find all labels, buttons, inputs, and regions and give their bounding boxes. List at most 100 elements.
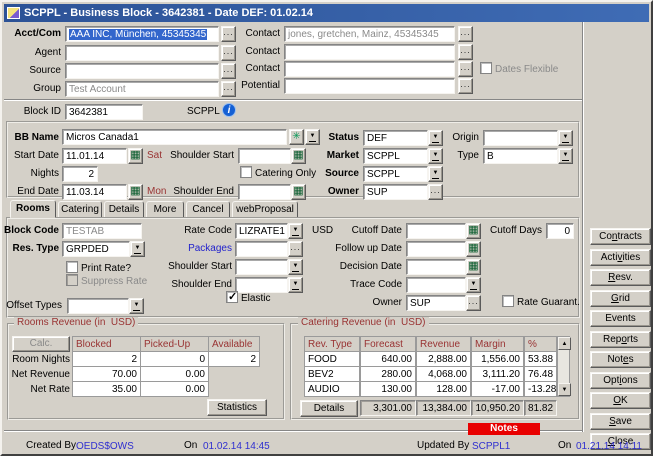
catering-row-type[interactable]: FOOD	[304, 351, 360, 367]
shoulder-end-field[interactable]	[238, 184, 291, 200]
rt-shoulder-end-field[interactable]	[235, 277, 288, 293]
cutoff-date-calendar-button[interactable]: ▦	[466, 223, 481, 239]
rate-code-field[interactable]: LIZRATE1	[235, 223, 288, 239]
bb-name-field[interactable]: Micros Canada1	[62, 129, 287, 145]
decision-date-calendar-button[interactable]: ▦	[466, 259, 481, 275]
end-date-calendar-button[interactable]: ▦	[128, 184, 143, 200]
acct-com-field[interactable]: AAA INC, München, 45345345	[65, 26, 219, 42]
contact3-field[interactable]	[284, 61, 455, 77]
follow-up-date-calendar-button[interactable]: ▦	[466, 241, 481, 257]
catering-row-pct[interactable]: 76.48	[524, 366, 557, 382]
events-button[interactable]: Events	[590, 310, 651, 327]
catering-row-type[interactable]: BEV2	[304, 366, 360, 382]
catering-scrollbar[interactable]: ▲ ▼	[557, 336, 570, 397]
notes-button[interactable]: Notes	[590, 351, 651, 368]
potential-field[interactable]	[284, 78, 455, 94]
catering-row-pct[interactable]: -13.28	[524, 381, 557, 397]
shoulder-start-field[interactable]	[238, 148, 291, 164]
catering-row-margin[interactable]: 3,111.20	[471, 366, 524, 382]
net-rate-blocked[interactable]: 35.00	[72, 381, 141, 397]
rt-shoulder-start-field[interactable]	[235, 259, 288, 275]
save-button[interactable]: Save	[590, 413, 651, 430]
activities-button[interactable]: Activities	[590, 249, 651, 266]
market-field[interactable]: SCPPL	[363, 148, 428, 164]
catering-only-checkbox[interactable]	[240, 166, 252, 178]
packages-link[interactable]: Packages	[162, 243, 232, 255]
resv-button[interactable]: Resv.	[590, 269, 651, 286]
origin-field[interactable]	[483, 130, 558, 146]
ov-source-dropdown-button[interactable]: ▼	[428, 166, 443, 182]
rt-shoulder-end-dropdown-button[interactable]: ▼	[288, 277, 303, 293]
tab-cancel[interactable]: Cancel	[186, 201, 230, 218]
grid-button[interactable]: Grid	[590, 290, 651, 307]
contact3-lov-button[interactable]: ...	[458, 61, 473, 77]
ov-owner-lov-button[interactable]: ...	[428, 184, 443, 200]
elastic-checkbox[interactable]	[226, 291, 238, 303]
net-rate-picked-up[interactable]: 0.00	[140, 381, 209, 397]
offset-types-field[interactable]	[67, 298, 129, 314]
rate-guarant-checkbox[interactable]	[502, 295, 514, 307]
room-nights-available[interactable]: 2	[208, 351, 260, 367]
tab-webproposal[interactable]: webProposal	[232, 201, 298, 218]
net-revenue-blocked[interactable]: 70.00	[72, 366, 141, 382]
catering-row-margin[interactable]: 1,556.00	[471, 351, 524, 367]
catering-row-forecast[interactable]: 280.00	[360, 366, 416, 382]
agent-field[interactable]	[65, 45, 219, 61]
catering-row-revenue[interactable]: 4,068.00	[416, 366, 471, 382]
status-field[interactable]: DEF	[363, 130, 428, 146]
potential-lov-button[interactable]: ...	[458, 78, 473, 94]
offset-types-dropdown-button[interactable]: ▼	[129, 298, 144, 314]
contact2-lov-button[interactable]: ...	[458, 44, 473, 60]
rt-owner-lov-button[interactable]: ...	[466, 295, 481, 311]
room-nights-picked-up[interactable]: 0	[140, 351, 209, 367]
tab-more[interactable]: More	[146, 201, 184, 218]
options-button[interactable]: Options	[590, 372, 651, 389]
rt-shoulder-start-dropdown-button[interactable]: ▼	[288, 259, 303, 275]
packages-lov-button[interactable]: ...	[288, 241, 303, 257]
catering-row-pct[interactable]: 53.88	[524, 351, 557, 367]
details-button[interactable]: Details	[300, 400, 358, 417]
packages-field[interactable]	[235, 241, 288, 257]
contact1-lov-button[interactable]: ...	[458, 26, 473, 42]
type-field[interactable]: B	[483, 148, 558, 164]
follow-up-date-field[interactable]	[406, 241, 466, 257]
catering-row-revenue[interactable]: 2,888.00	[416, 351, 471, 367]
room-nights-blocked[interactable]: 2	[72, 351, 141, 367]
res-type-dropdown-button[interactable]: ▼	[130, 241, 145, 257]
ok-button[interactable]: OK	[590, 392, 651, 409]
source-field[interactable]	[65, 63, 219, 79]
tab-details[interactable]: Details	[104, 201, 144, 218]
type-dropdown-button[interactable]: ▼	[558, 148, 573, 164]
nights-field[interactable]: 2	[62, 166, 98, 182]
cutoff-days-field[interactable]: 0	[546, 223, 574, 239]
trace-code-dropdown-button[interactable]: ▼	[466, 277, 481, 293]
reports-button[interactable]: Reports	[590, 331, 651, 348]
scroll-down-icon[interactable]: ▼	[558, 383, 571, 396]
end-date-field[interactable]: 11.03.14	[62, 184, 127, 200]
catering-row-forecast[interactable]: 130.00	[360, 381, 416, 397]
cutoff-date-field[interactable]	[406, 223, 466, 239]
start-date-field[interactable]: 11.01.14	[62, 148, 127, 164]
rate-code-dropdown-button[interactable]: ▼	[288, 223, 303, 239]
info-icon[interactable]: i	[222, 103, 236, 117]
rt-owner-field[interactable]: SUP	[406, 295, 466, 311]
contact2-field[interactable]	[284, 44, 455, 60]
res-type-field[interactable]: GRPDED	[62, 241, 130, 257]
start-date-calendar-button[interactable]: ▦	[128, 148, 143, 164]
catering-row-type[interactable]: AUDIO	[304, 381, 360, 397]
catering-row-margin[interactable]: -17.00	[471, 381, 524, 397]
decision-date-field[interactable]	[406, 259, 466, 275]
catering-row-revenue[interactable]: 128.00	[416, 381, 471, 397]
scroll-up-icon[interactable]: ▲	[558, 337, 571, 350]
tab-rooms[interactable]: Rooms	[10, 200, 56, 218]
trace-code-field[interactable]	[406, 277, 466, 293]
ov-owner-field[interactable]: SUP	[363, 184, 428, 200]
catering-row-forecast[interactable]: 640.00	[360, 351, 416, 367]
net-revenue-picked-up[interactable]: 0.00	[140, 366, 209, 382]
statistics-button[interactable]: Statistics	[207, 399, 267, 416]
contracts-button[interactable]: Contracts	[590, 228, 651, 245]
print-rate-checkbox[interactable]	[66, 261, 78, 273]
ov-source-field[interactable]: SCPPL	[363, 166, 428, 182]
origin-dropdown-button[interactable]: ▼	[558, 130, 573, 146]
tab-catering[interactable]: Catering	[58, 201, 102, 218]
